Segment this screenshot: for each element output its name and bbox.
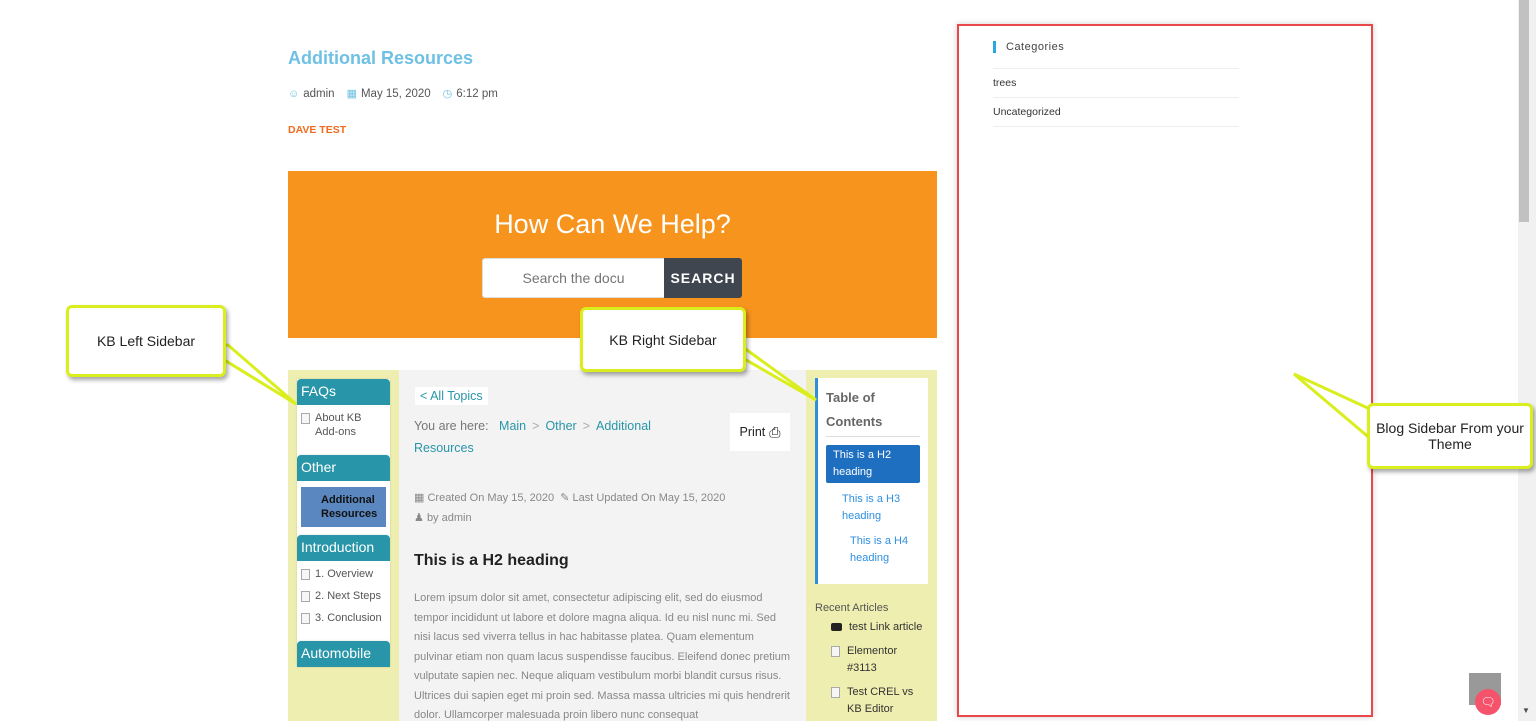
chevron-right-icon: > [582,419,591,433]
search-form: SEARCH [482,258,742,298]
callout-blog-sidebar: Blog Sidebar From your Theme [1367,403,1533,469]
document-icon [301,413,310,424]
all-topics-link[interactable]: < All Topics [415,387,488,405]
post-category[interactable]: DAVE TEST [288,124,346,136]
calendar-icon: ▦ [414,492,425,504]
document-icon [831,646,840,657]
kb-article-content: < All Topics You are here: Main > Other > Ad… [399,370,806,721]
category-list: trees Uncategorized [993,68,1239,127]
category-automobile: Automobile [297,641,390,667]
article-link-active[interactable]: Additional Resources [301,487,386,527]
document-icon [831,687,840,698]
page-scrollbar[interactable]: ▼ [1518,0,1536,721]
article-link[interactable]: 2. Next Steps [301,589,386,603]
article-body: Lorem ipsum dolor sit amet, consectetur … [414,592,791,721]
recent-article[interactable]: test Link article [815,619,922,636]
banner-title: How Can We Help? [494,209,731,239]
article-meta: ▦ Created On May 15, 2020 ✎ Last Updated… [414,492,726,524]
document-icon [301,569,310,580]
chevron-right-icon: > [532,419,540,433]
toc-item[interactable]: This is a H4 heading [826,533,920,567]
title-accent-bar [993,41,996,53]
category-header[interactable]: Automobile [297,641,390,667]
recent-article[interactable]: Test CREL vs KB Editor [815,684,922,718]
search-input[interactable] [482,258,664,298]
chat-bubble-icon: 🗨 [1480,695,1496,709]
video-icon [831,623,842,631]
category-header[interactable]: FAQs [297,379,390,405]
article-link[interactable]: About KB Add-ons [301,411,386,439]
breadcrumb: You are here: Main > Other > Additional Reso… [414,419,651,455]
calendar-icon: ▦ [346,88,357,100]
table-of-contents: Table of Contents This is a H2 heading T… [815,378,928,584]
callout-kb-left: KB Left Sidebar [66,305,226,377]
kb-right-sidebar: Table of Contents This is a H2 heading T… [806,370,937,721]
printer-icon: ⎙ [769,423,781,440]
category-header[interactable]: Other [297,455,390,481]
user-icon: ♟ [414,512,424,524]
kb-left-sidebar: FAQs About KB Add-ons Other Additional R… [288,370,399,721]
edit-icon: ✎ [560,492,570,504]
clock-icon: ◷ [442,88,453,100]
category-header[interactable]: Introduction [297,535,390,561]
category-faqs: FAQs About KB Add-ons [297,379,390,455]
toc-item-active[interactable]: This is a H2 heading [826,445,920,483]
toc-item[interactable]: This is a H3 heading [826,491,920,525]
breadcrumb-other[interactable]: Other [545,419,576,433]
post-meta: ☺ admin ▦ May 15, 2020 ◷ 6:12 pm [288,87,498,101]
recent-articles: Recent Articles test Link article Elemen… [815,602,922,721]
article-heading: This is a H2 heading [414,552,569,569]
user-icon: ☺ [288,87,300,100]
callout-kb-right: KB Right Sidebar [580,307,746,372]
article-link[interactable]: 1. Overview [301,567,386,581]
category-introduction: Introduction 1. Overview 2. Next Steps 3… [297,535,390,641]
search-button[interactable]: SEARCH [664,258,742,298]
toc-title: Table of Contents [826,386,920,437]
scroll-down-arrow-icon[interactable]: ▼ [1522,706,1530,715]
article-link[interactable]: 3. Conclusion [301,611,386,625]
post-time: 6:12 pm [456,87,498,100]
category-link[interactable]: Uncategorized [993,98,1239,127]
page: Additional Resources ☺ admin ▦ May 15, 202… [0,0,1536,721]
category-other: Other Additional Resources [297,455,390,535]
post-title[interactable]: Additional Resources [288,48,473,69]
post-author[interactable]: admin [303,88,334,100]
breadcrumb-main[interactable]: Main [499,419,526,433]
category-link[interactable]: trees [993,69,1239,98]
post-date[interactable]: May 15, 2020 [361,88,431,100]
chat-button[interactable]: 🗨 [1475,689,1501,715]
theme-blog-sidebar: Categories trees Uncategorized [957,24,1373,717]
recent-title: Recent Articles [815,602,889,614]
print-button[interactable]: Print ⎙ [730,413,790,451]
widget-title: Categories [993,41,1064,53]
recent-article[interactable]: Elementor #3113 [815,643,922,677]
scroll-thumb[interactable] [1519,0,1529,222]
document-icon [301,613,310,624]
document-icon [301,591,310,602]
